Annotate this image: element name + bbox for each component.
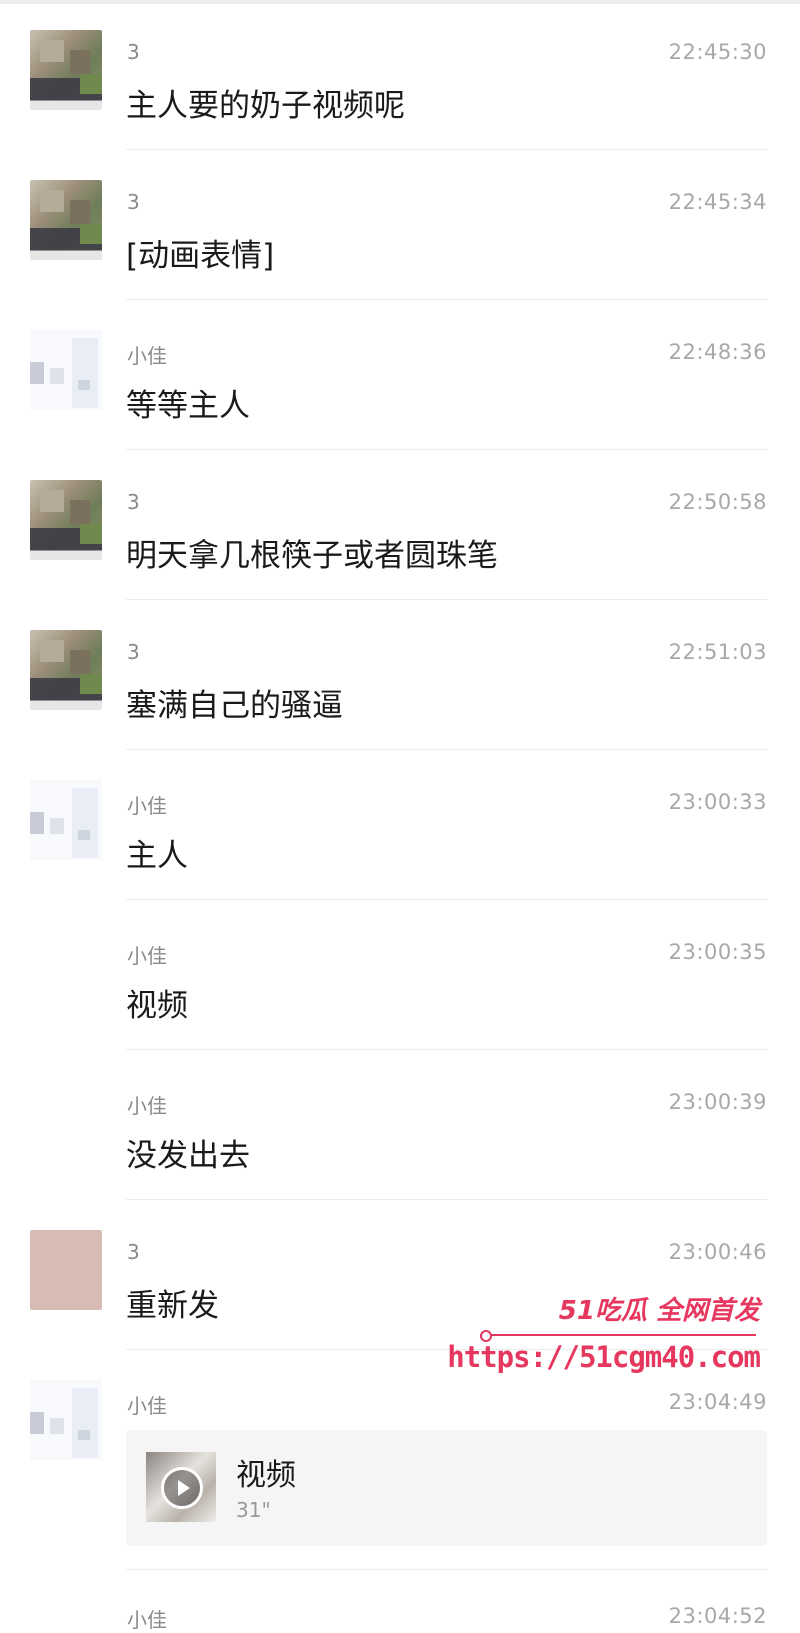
list-item[interactable]: 3 22:45:30 主人要的奶子视频呢 [0,0,800,150]
list-item[interactable]: 小佳 23:00:35 视频 [0,900,800,1050]
sender-name: 小佳 [127,1094,167,1118]
message-text: 塞满自己的骚逼 [126,688,343,724]
list-item[interactable]: 小佳 22:48:36 等等主人 [0,300,800,450]
video-duration: 31" [236,1498,271,1522]
sender-name: 3 [127,1240,140,1264]
watermark-line [486,1334,756,1336]
message-text: 主人 [126,838,188,874]
message-time: 23:00:46 [668,1240,767,1264]
message-time: 22:45:34 [668,190,767,214]
sender-name: 小佳 [127,1608,167,1632]
message-text: [动画表情] [126,238,275,274]
message-time: 23:00:35 [668,940,767,964]
message-time: 23:04:52 [668,1604,767,1628]
message-text: 没发出去 [126,1138,250,1174]
message-time: 22:51:03 [668,640,767,664]
message-text: 明天拿几根筷子或者圆珠笔 [126,538,498,574]
avatar[interactable] [30,30,102,110]
sender-name: 小佳 [127,794,167,818]
avatar[interactable] [30,330,102,410]
message-text: 主人要的奶子视频呢 [126,88,405,124]
play-icon[interactable] [161,1467,203,1509]
video-title: 视频 [236,1458,296,1493]
watermark-title: 51吃瓜 全网首发 [558,1296,760,1326]
list-item[interactable]: 3 22:45:34 [动画表情] [0,150,800,300]
list-item[interactable]: 小佳 23:00:33 主人 [0,750,800,900]
avatar[interactable] [30,480,102,560]
avatar[interactable] [30,180,102,260]
message-text: 重新发 [126,1288,219,1324]
avatar[interactable] [30,1380,102,1460]
sender-name: 小佳 [127,344,167,368]
list-item[interactable]: 3 22:50:58 明天拿几根筷子或者圆珠笔 [0,450,800,600]
avatar[interactable] [30,1230,102,1310]
message-text: 视频 [126,988,188,1024]
video-message-card[interactable]: 视频 31" [126,1430,767,1546]
sender-name: 小佳 [127,944,167,968]
watermark-url: https://51cgm40.com [447,1340,761,1374]
sender-name: 小佳 [127,1394,167,1418]
message-time: 23:00:39 [668,1090,767,1114]
avatar[interactable] [30,780,102,860]
list-item[interactable]: 小佳 23:04:52 [0,1570,800,1632]
avatar[interactable] [30,630,102,710]
sender-name: 3 [127,640,140,664]
list-item[interactable]: 小佳 23:00:39 没发出去 [0,1050,800,1200]
sender-name: 3 [127,40,140,64]
list-item[interactable]: 3 22:51:03 塞满自己的骚逼 [0,600,800,750]
sender-name: 3 [127,490,140,514]
message-time: 22:48:36 [668,340,767,364]
video-thumbnail[interactable] [146,1452,216,1522]
watermark: 51吃瓜 全网首发 https://51cgm40.com [447,1290,780,1400]
message-time: 23:00:33 [668,790,767,814]
message-text: 等等主人 [126,388,250,424]
message-time: 22:50:58 [668,490,767,514]
sender-name: 3 [127,190,140,214]
message-time: 22:45:30 [668,40,767,64]
